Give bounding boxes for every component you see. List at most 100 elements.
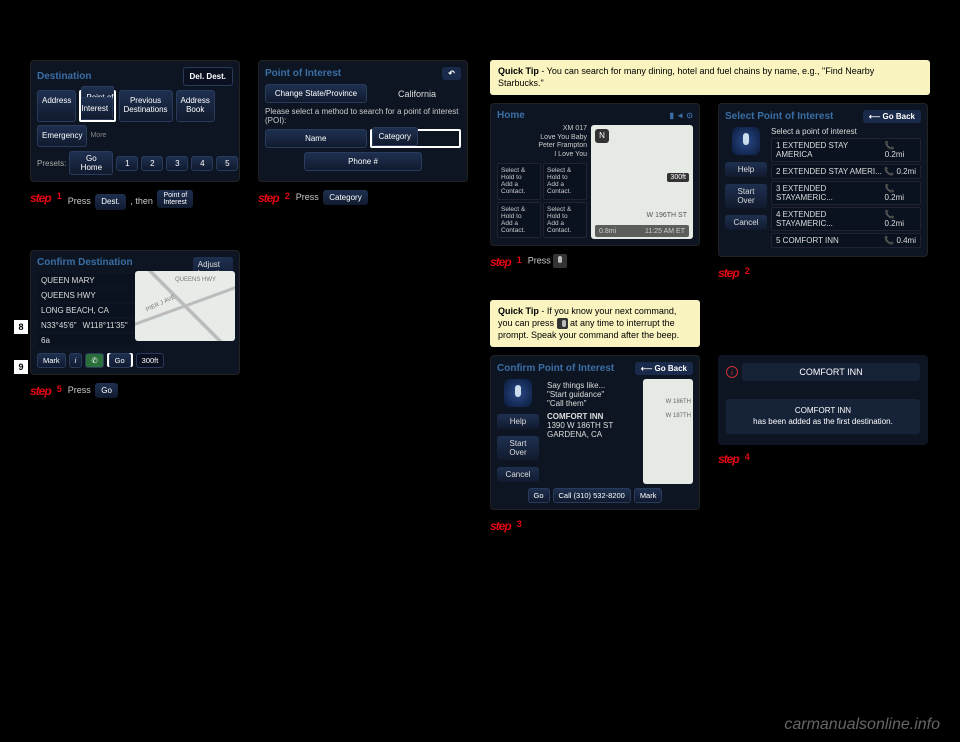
go-back-button[interactable]: ⟵ Go Back — [863, 110, 921, 123]
radio-info: XM 017 Love You Baby Peter Frampton I Lo… — [497, 125, 587, 159]
watermark: carmanualsonline.info — [784, 716, 940, 734]
phone-icon-button[interactable]: ✆ — [85, 353, 103, 368]
info-icon: i — [726, 366, 738, 378]
del-dest-button[interactable]: Del. Dest. — [183, 67, 233, 86]
dist-label: 300ft — [136, 353, 165, 368]
home-title: Home — [497, 110, 525, 121]
poi-row-5[interactable]: 5 COMFORT INN📞 0.4mi — [771, 233, 921, 248]
confirm-title: Confirm Destination — [37, 257, 133, 268]
category-inline-button[interactable]: Category — [323, 190, 367, 205]
step5-text: Press Go — [68, 383, 120, 398]
preset-3[interactable]: 3 — [166, 156, 188, 171]
cpi-mark-button[interactable]: Mark — [634, 488, 663, 503]
poi-screen: Point of Interest ↶ Change State/Provinc… — [258, 60, 468, 182]
rstep4-label: step — [718, 451, 739, 468]
dest-inline-button[interactable]: Dest. — [95, 194, 126, 209]
quick-tip-1: Quick Tip - You can search for many dini… — [490, 60, 930, 95]
contact-slot-4[interactable]: Select & Hold to Add a Contact. — [543, 202, 587, 239]
map-preview: QUEENS HWY PIER J AVE — [135, 271, 235, 341]
dest-line-1: QUEEN MARY — [37, 274, 137, 287]
poi-row-3[interactable]: 3 EXTENDED STAYAMERIC...📞 0.2mi — [771, 181, 921, 205]
address-book-button[interactable]: Address Book — [176, 90, 215, 122]
start-over-button[interactable]: Start Over — [725, 184, 767, 208]
preset-2[interactable]: 2 — [141, 156, 163, 171]
step2-num: 2 — [285, 190, 290, 203]
presets-label: Presets: — [37, 159, 66, 168]
info-button[interactable]: i — [69, 353, 83, 368]
poi-addr-1: 1390 W 186TH ST — [547, 421, 635, 430]
poi-row-2[interactable]: 2 EXTENDED STAY AMERI...📞 0.2mi — [771, 164, 921, 179]
rstep3-num: 3 — [517, 518, 522, 531]
category-button[interactable]: Category — [372, 127, 418, 146]
cpi-call-button[interactable]: Call (310) 532-8200 — [553, 488, 631, 503]
preset-4[interactable]: 4 — [191, 156, 213, 171]
go-highlight: Go — [107, 353, 133, 367]
state-label: California — [373, 89, 461, 99]
cancel-button[interactable]: Cancel — [725, 215, 767, 230]
select-poi-prompt: Select a point of interest — [771, 127, 921, 136]
quick-tip-2: Quick Tip - If you know your next comman… — [490, 300, 700, 347]
rstep3-label: step — [490, 518, 511, 535]
phone-button[interactable]: Phone # — [304, 152, 422, 171]
step5-num: 5 — [57, 383, 62, 396]
address-button[interactable]: Address — [37, 90, 76, 122]
poi-row-4[interactable]: 4 EXTENDED STAYAMERIC...📞 0.2mi — [771, 207, 921, 231]
help-button[interactable]: Help — [725, 162, 767, 177]
contact-slot-1[interactable]: Select & Hold to Add a Contact. — [497, 163, 541, 200]
contact-slot-2[interactable]: Select & Hold to Add a Contact. — [543, 163, 587, 200]
home-map[interactable]: N W 196TH ST 300ft 0.8mi 11:25 AM ET — [591, 125, 693, 239]
name-button[interactable]: Name — [265, 129, 367, 148]
contact-slot-3[interactable]: Select & Hold to Add a Contact. — [497, 202, 541, 239]
rstep2-label: step — [718, 265, 739, 282]
mic-icon — [732, 127, 760, 155]
poi-button[interactable]: Point of Interest — [81, 86, 113, 120]
map-time: 11:25 AM ET — [645, 228, 685, 235]
dest-line-2: QUEENS HWY — [37, 289, 137, 302]
compass-icon[interactable]: N — [595, 129, 609, 143]
select-poi-title: Select Point of Interest — [725, 111, 833, 122]
go-home-button[interactable]: Go Home — [69, 151, 113, 175]
back-button[interactable]: ↶ — [442, 67, 461, 80]
poi-prompt: Please select a method to search for a p… — [265, 107, 461, 125]
select-poi-screen: Select Point of Interest ⟵ Go Back Help … — [718, 103, 928, 257]
preset-5[interactable]: 5 — [216, 156, 238, 171]
step1-num: 1 — [57, 190, 62, 203]
phone-line: 6a — [37, 334, 137, 347]
change-state-button[interactable]: Change State/Province — [265, 84, 367, 103]
step2-text: Press Category — [296, 190, 370, 205]
notice-text: COMFORT INN has been added as the first … — [726, 399, 920, 433]
more-label: More — [90, 132, 106, 139]
poi-name: COMFORT INN — [547, 412, 635, 421]
destination-title: Destination — [37, 71, 91, 82]
page-number-left: 8 — [14, 320, 28, 334]
rstep1-label: step — [490, 254, 511, 271]
previous-dest-button[interactable]: Previous Destinations — [119, 90, 173, 122]
step1-label: step — [30, 190, 51, 207]
help-button-2[interactable]: Help — [497, 414, 539, 429]
confirm-poi-title: Confirm Point of Interest — [497, 363, 614, 374]
cancel-button-2[interactable]: Cancel — [497, 467, 539, 482]
emergency-button[interactable]: Emergency — [37, 125, 87, 148]
coords-line: N33°45'6"W118°11'35" — [37, 319, 137, 332]
poi-inline-button[interactable]: Point of Interest — [157, 190, 193, 208]
step5-label: step — [30, 383, 51, 400]
cpi-go-button[interactable]: Go — [528, 488, 550, 503]
dest-line-3: LONG BEACH, CA — [37, 304, 137, 317]
voice-icon[interactable] — [553, 254, 567, 268]
go-button[interactable]: Go — [109, 353, 131, 368]
poi-row-1[interactable]: 1 EXTENDED STAY AMERICA📞 0.2mi — [771, 138, 921, 162]
confirm-destination-screen: Confirm Destination Adjust Location QUEE… — [30, 250, 240, 375]
preset-1[interactable]: 1 — [116, 156, 138, 171]
mic-icon-2 — [504, 379, 532, 407]
map-dist: 300ft — [667, 173, 689, 182]
mark-button[interactable]: Mark — [37, 353, 66, 368]
notice-title: COMFORT INN — [742, 363, 920, 381]
say-prompt: Say things like... — [547, 381, 635, 390]
step1-text: Press Dest. , then Point of Interest — [68, 190, 196, 209]
go-inline-button[interactable]: Go — [95, 383, 118, 398]
notice-screen: i COMFORT INN COMFORT INN has been added… — [718, 355, 928, 445]
home-screen: Home ▮ ◄ ⊙ XM 017 Love You Baby Peter Fr… — [490, 103, 700, 246]
start-over-button-2[interactable]: Start Over — [497, 436, 539, 460]
poi-addr-2: GARDENA, CA — [547, 430, 635, 439]
go-back-button-2[interactable]: ⟵ Go Back — [635, 362, 693, 375]
